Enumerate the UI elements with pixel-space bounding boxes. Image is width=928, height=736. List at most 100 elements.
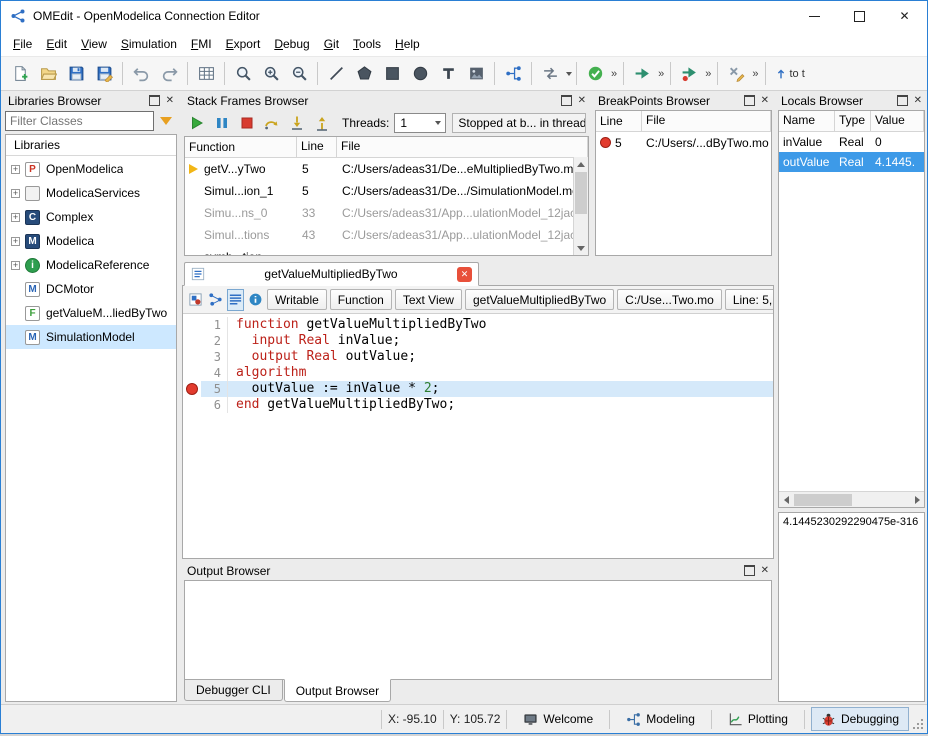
close-window-button[interactable]: ✕ [882,1,927,31]
code-editor[interactable]: 1function getValueMultipliedByTwo2 input… [183,314,773,558]
step-into-button[interactable] [285,111,309,135]
scroll-right-button[interactable] [910,493,924,507]
new-model-button[interactable] [6,60,34,88]
save-as-button[interactable] [90,60,118,88]
bitmap-tool-button[interactable] [462,60,490,88]
dock-close-button[interactable]: ✕ [578,96,586,106]
dock-float-button[interactable] [744,95,755,106]
stop-debugger-button[interactable] [235,111,259,135]
interrupt-button[interactable] [210,111,234,135]
welcome-perspective-button[interactable]: Welcome [513,707,603,731]
expander-icon[interactable]: + [11,237,20,246]
maximize-button[interactable] [837,1,882,31]
redo-button[interactable] [155,60,183,88]
debugging-perspective-button[interactable]: Debugging [811,707,909,731]
library-item-getvaluem-liedbytwo[interactable]: FgetValueM...liedByTwo [6,301,176,325]
modeling-perspective-button[interactable]: Modeling [616,707,705,731]
rectangle-tool-button[interactable] [378,60,406,88]
zoom-in-button[interactable] [257,60,285,88]
grid-button[interactable] [192,60,220,88]
filter-options-button[interactable] [155,111,177,131]
library-item-openmodelica[interactable]: +POpenModelica [6,157,176,181]
step-return-button[interactable] [310,111,334,135]
polygon-tool-button[interactable] [350,60,378,88]
simulate-to-time-button[interactable]: to t [770,60,809,88]
code-line[interactable]: 5 outValue := inValue * 2; [183,381,773,397]
connect-mode-button[interactable] [499,60,527,88]
toolbar-extension-icon[interactable]: » [656,68,666,80]
zoom-fit-button[interactable] [229,60,257,88]
dock-float-button[interactable] [561,95,572,106]
undo-button[interactable] [127,60,155,88]
resume-button[interactable] [185,111,209,135]
simulate-debugger-button[interactable] [675,60,703,88]
zoom-out-button[interactable] [285,60,313,88]
tab-close-button[interactable]: ✕ [457,267,472,282]
simulation-setup-button[interactable] [722,60,750,88]
resize-grip[interactable] [911,717,925,731]
output-content[interactable] [184,580,772,680]
minimize-button[interactable] [792,1,837,31]
expander-icon[interactable]: + [11,213,20,222]
library-item-modelicaservices[interactable]: +ModelicaServices [6,181,176,205]
code-line[interactable]: 4algorithm [183,365,773,381]
tab-output-browser[interactable]: Output Browser [284,679,391,702]
menu-help[interactable]: Help [388,34,427,54]
dock-close-button[interactable]: ✕ [761,566,769,576]
editor-tab[interactable]: getValueMultipliedByTwo ✕ [184,262,479,286]
library-item-simulationmodel[interactable]: MSimulationModel [6,325,176,349]
column-file[interactable]: File [642,111,771,131]
scroll-up-button[interactable] [574,157,588,171]
tab-debugger-cli[interactable]: Debugger CLI [184,680,283,701]
horizontal-scrollbar[interactable] [779,491,924,507]
library-item-modelicareference[interactable]: +iModelicaReference [6,253,176,277]
code-line[interactable]: 6end getValueMultipliedByTwo; [183,397,773,413]
menu-edit[interactable]: Edit [39,34,74,54]
library-item-modelica[interactable]: +MModelica [6,229,176,253]
menu-tools[interactable]: Tools [346,34,388,54]
stack-frame-row[interactable]: symb...tion [185,246,588,255]
menu-export[interactable]: Export [219,34,268,54]
menu-file[interactable]: File [6,34,39,54]
expander-icon[interactable]: + [11,189,20,198]
simulate-button[interactable] [628,60,656,88]
plotting-perspective-button[interactable]: Plotting [718,707,798,731]
library-item-dcmotor[interactable]: MDCMotor [6,277,176,301]
stack-frame-row[interactable]: Simul...tions43C:/Users/adeas31/App...ul… [185,224,588,246]
save-button[interactable] [62,60,90,88]
ellipse-tool-button[interactable] [406,60,434,88]
dock-close-button[interactable]: ✕ [761,96,769,106]
menu-debug[interactable]: Debug [267,34,316,54]
local-variable-row[interactable]: inValueReal0 [779,132,924,152]
menu-simulation[interactable]: Simulation [114,34,184,54]
vertical-scrollbar[interactable] [573,157,588,255]
transformations-dropdown-button[interactable] [536,60,564,88]
icon-view-button[interactable] [187,289,204,311]
code-line[interactable]: 2 input Real inValue; [183,333,773,349]
dock-float-button[interactable] [149,95,160,106]
toolbar-extension-icon[interactable]: » [703,68,713,80]
toolbar-extension-icon[interactable]: » [750,68,760,80]
library-item-complex[interactable]: +CComplex [6,205,176,229]
column-type[interactable]: Type [835,111,871,131]
step-over-button[interactable] [260,111,284,135]
stack-frame-row[interactable]: Simul...ion_15C:/Users/adeas31/De.../Sim… [185,180,588,202]
code-line[interactable]: 3 output Real outValue; [183,349,773,365]
diagram-view-button[interactable] [207,289,224,311]
text-view-button[interactable] [227,289,244,311]
column-value[interactable]: Value [871,111,924,131]
scroll-left-button[interactable] [779,493,793,507]
menu-git[interactable]: Git [317,34,346,54]
breakpoint-margin[interactable] [183,381,201,397]
filter-classes-input[interactable] [5,111,154,131]
scroll-down-button[interactable] [574,241,588,255]
column-line[interactable]: Line [596,111,642,131]
column-name[interactable]: Name [779,111,835,131]
check-model-button[interactable] [581,60,609,88]
threads-select[interactable]: 1 [394,113,446,133]
stack-frame-row[interactable]: getV...yTwo5C:/Users/adeas31/De...eMulti… [185,158,588,180]
column-function[interactable]: Function [185,137,297,157]
dock-float-button[interactable] [897,95,908,106]
dropdown-caret-icon[interactable] [566,72,572,76]
scrollbar-thumb[interactable] [794,494,852,506]
